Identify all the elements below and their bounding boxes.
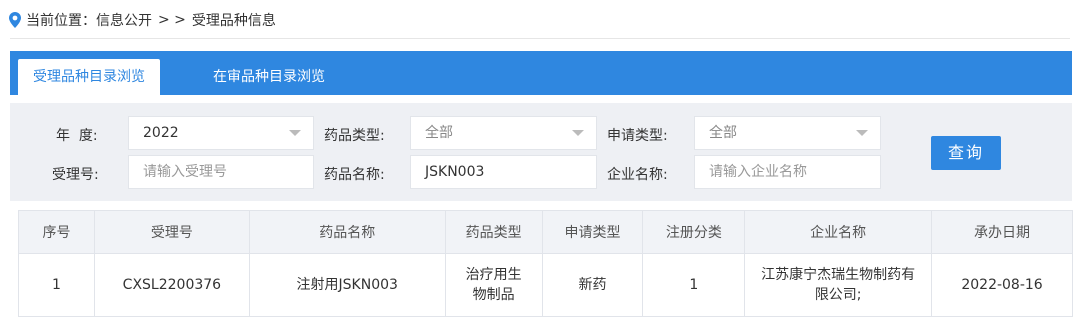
header-date: 承办日期 [931, 210, 1073, 254]
breadcrumb: 当前位置： 信息公开 > > 受理品种信息 [8, 9, 276, 31]
year-select-value: 2022 [143, 125, 179, 141]
chevron-down-icon [289, 130, 301, 136]
drug-type-label: 药品类型: [324, 128, 385, 144]
breadcrumb-prefix: 当前位置： [26, 13, 96, 29]
breadcrumb-section[interactable]: 信息公开 [96, 10, 152, 30]
header-company: 企业名称 [744, 210, 933, 254]
company-input[interactable]: 请输入企业名称 [694, 155, 881, 189]
accept-no-input[interactable]: 请输入受理号 [128, 155, 314, 189]
cell-reg-category: 1 [642, 253, 746, 317]
breadcrumb-divider [10, 38, 1070, 39]
header-apply-type: 申请类型 [541, 210, 644, 254]
breadcrumb-separator: > > [158, 12, 186, 28]
results-table: 序号 受理号 药品名称 药品类型 申请类型 注册分类 企业名称 承办日期 1 C… [18, 210, 1073, 317]
cell-index: 1 [18, 253, 95, 317]
year-label: 年 度: [56, 128, 98, 144]
filter-panel: 年 度: 2022 药品类型: 全部 申请类型: 全部 受理号: 请输入受理号 … [10, 103, 1072, 201]
cell-apply-type: 新药 [541, 253, 644, 317]
breadcrumb-current: 受理品种信息 [191, 13, 276, 29]
cell-date: 2022-08-16 [931, 253, 1073, 317]
drug-name-label: 药品名称: [324, 167, 385, 183]
drug-name-input[interactable]: JSKN003 [410, 155, 597, 189]
cell-drug-name: 注射用JSKN003 [248, 253, 446, 317]
cell-company: 江苏康宁杰瑞生物制药有限公司; [744, 253, 933, 317]
header-drug-type: 药品类型 [444, 210, 543, 254]
chevron-down-icon [856, 130, 868, 136]
drug-type-select[interactable]: 全部 [410, 116, 597, 150]
table-row[interactable]: 1 CXSL2200376 注射用JSKN003 治疗用生物制品 新药 1 江苏… [18, 253, 1073, 317]
apply-type-label: 申请类型: [607, 128, 668, 144]
tab-accepted-catalog[interactable]: 受理品种目录浏览 [18, 59, 160, 95]
tab-under-review-catalog[interactable]: 在审品种目录浏览 [204, 59, 334, 95]
year-select[interactable]: 2022 [128, 116, 314, 150]
accept-no-label: 受理号: [52, 167, 99, 183]
cell-accept-no: CXSL2200376 [93, 253, 250, 317]
query-button[interactable]: 查询 [931, 136, 1001, 170]
cell-drug-type: 治疗用生物制品 [444, 253, 543, 317]
location-pin-icon [9, 12, 21, 28]
apply-type-select-value: 全部 [709, 125, 737, 141]
company-label: 企业名称: [607, 167, 668, 183]
header-accept-no: 受理号 [93, 210, 250, 254]
table-header-row: 序号 受理号 药品名称 药品类型 申请类型 注册分类 企业名称 承办日期 [18, 210, 1073, 254]
header-drug-name: 药品名称 [248, 210, 446, 254]
tab-bar: 受理品种目录浏览 在审品种目录浏览 [10, 51, 1072, 95]
chevron-down-icon [572, 130, 584, 136]
header-reg-category: 注册分类 [642, 210, 746, 254]
apply-type-select[interactable]: 全部 [694, 116, 881, 150]
drug-type-select-value: 全部 [425, 125, 453, 141]
header-index: 序号 [18, 210, 95, 254]
